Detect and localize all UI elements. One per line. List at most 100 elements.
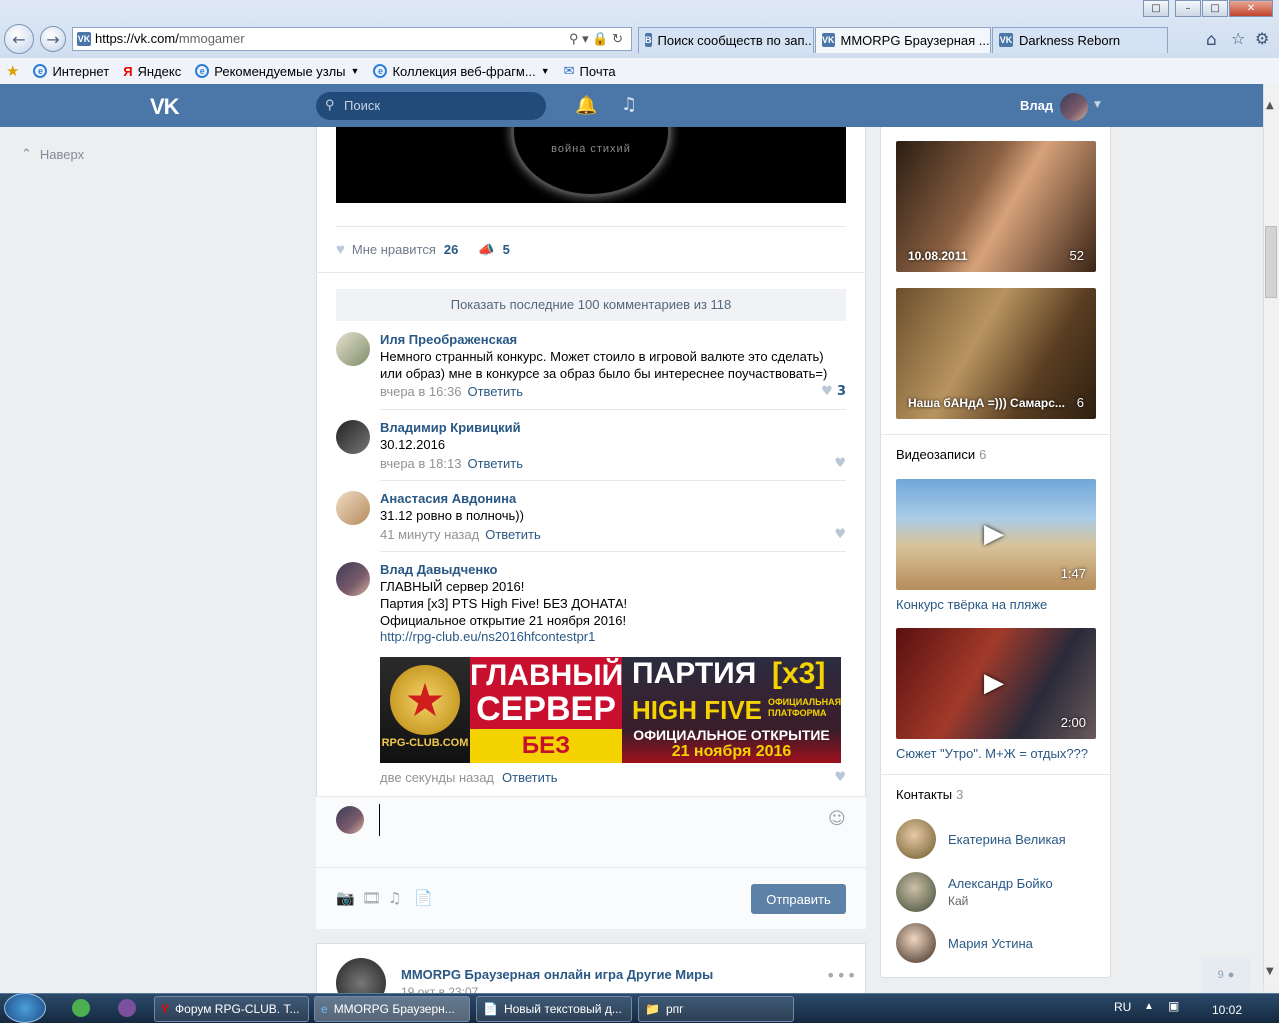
comment-author[interactable]: Владимир Кривицкий [380,420,521,435]
notifications-bell-icon[interactable]: 🔔 [575,95,597,116]
forward-button[interactable]: → [40,26,66,52]
video-title[interactable]: Конкурс твёрка на пляже [896,597,1047,612]
user-name[interactable]: Влад [1020,98,1053,113]
heart-icon[interactable]: ♥ [834,527,846,542]
comment-link[interactable]: http://rpg-club.eu/ns2016hfcontestpr1 [380,629,595,644]
photo-camera-icon[interactable]: 📷 [336,889,355,907]
commenter-avatar[interactable] [336,562,370,596]
clock[interactable]: 10:02 [1212,1003,1242,1017]
video-caption: война стихий [551,143,631,155]
fav-recommended[interactable]: e Рекомендуемые узлы ▼ [195,64,359,79]
taskbar-item[interactable]: e MMORPG Браузерн... [314,996,470,1022]
music-icon[interactable]: ♫ [621,94,637,115]
tab-darkness-reborn[interactable]: VK Darkness Reborn [992,27,1168,53]
language-indicator[interactable]: RU [1114,1000,1131,1014]
commenter-avatar[interactable] [336,420,370,454]
send-button[interactable]: Отправить [751,884,846,914]
divider [880,434,1111,435]
friends-online-button[interactable]: 9 ● [1201,957,1251,993]
photo-album[interactable]: Наша бАНдА =))) Самарс... 6 [896,288,1096,419]
tab-search-communities[interactable]: В Поиск сообществ по зап... [638,27,814,53]
video-film-icon[interactable]: 🎞 [362,889,381,907]
emoji-icon[interactable]: ☺ [828,809,846,829]
taskbar-label: MMORPG Браузерн... [333,1002,455,1016]
post-author[interactable]: MMORPG Браузерная онлайн игра Другие Мир… [401,967,713,982]
tab-label: MMORPG Браузерная ... [840,33,990,48]
scroll-up-arrow-icon[interactable]: ▲ [1266,100,1274,111]
search-lock-refresh-icons[interactable]: ⚲ ▾ 🔒 ↻ [569,31,623,47]
viber-icon[interactable] [118,999,136,1017]
photo-album[interactable]: 10.08.2011 52 [896,141,1096,272]
scroll-down-arrow-icon[interactable]: ▼ [1266,966,1274,977]
address-bar[interactable]: VK https://vk.com/mmogamer ⚲ ▾ 🔒 ↻ [72,27,632,51]
comment-time[interactable]: 41 минуту назад [380,527,479,542]
videos-section-title[interactable]: Видеозаписи 6 [896,447,986,462]
music-note-icon[interactable]: ♫ [388,889,401,907]
vk-favicon-icon: VK [77,32,91,46]
share-megaphone-icon[interactable]: 📣 [478,242,494,258]
heart-icon[interactable]: ♥ [834,770,846,785]
favorites-star-icon[interactable]: ★ [6,62,19,80]
comment-time[interactable]: две секунды назад [380,770,494,785]
comment-input[interactable] [379,804,849,836]
close-window-button[interactable]: ✕ [1229,0,1273,17]
comment-time[interactable]: вчера в 18:13 [380,456,461,471]
comment-text: 30.12.2016 [380,437,446,452]
heart-icon[interactable]: ♥ [336,241,345,258]
comment-author[interactable]: Анастасия Авдонина [380,491,516,506]
user-avatar[interactable] [1060,93,1088,121]
reply-link[interactable]: Ответить [485,527,541,542]
utorrent-icon[interactable] [72,999,90,1017]
contacts-section-title[interactable]: Контакты 3 [896,787,963,802]
fav-webslices[interactable]: e Коллекция веб-фрагм... ▼ [373,64,550,79]
comment-banner-image[interactable]: ★ RPG-CLUB.COM ГЛАВНЫЙ СЕРВЕР БЕЗ ДОНАТА… [380,657,841,763]
home-icon[interactable]: ⌂ [1206,30,1217,50]
comment-author[interactable]: Влад Давыдченко [380,562,497,577]
divider [316,272,866,273]
video-title[interactable]: Сюжет "Утро". М+Ж = отдых??? [896,746,1088,761]
heart-icon[interactable]: ♥ [834,456,846,471]
video-thumbnail[interactable]: ▶ 1:47 [896,479,1096,590]
taskbar-item[interactable]: 📁 рпг [638,996,794,1022]
window-restore-button[interactable]: □ [1143,0,1169,17]
scrollbar-thumb[interactable] [1265,226,1277,298]
settings-gear-icon[interactable]: ⚙ [1255,29,1269,48]
more-dots-icon[interactable]: ••• [826,966,857,985]
page-scrollbar[interactable] [1263,84,1279,991]
comment-like[interactable]: ♥ 3 [821,384,846,399]
fav-internet[interactable]: e Интернет [33,64,109,79]
fav-yandex[interactable]: Я Яндекс [123,64,181,79]
tab-mmorpg[interactable]: VKMMORPG Браузерная ... ✕ [815,27,991,53]
scroll-to-top-link[interactable]: ⌃ Наверх [21,146,84,162]
reply-link[interactable]: Ответить [502,770,558,785]
url-path: mmogamer [178,31,245,46]
like-button[interactable]: Мне нравится [352,242,436,257]
show-more-comments-button[interactable]: Показать последние 100 комментариев из 1… [336,289,846,321]
network-icon[interactable]: ▣ [1168,999,1179,1013]
start-button[interactable] [4,993,46,1023]
contact-item[interactable]: Екатерина Великая [896,819,1096,861]
contact-item[interactable]: Александр Бойко Кай [896,872,1096,914]
comment-time[interactable]: вчера в 16:36 [380,384,461,399]
commenter-avatar[interactable] [336,332,370,366]
document-icon[interactable]: 📄 [414,889,433,907]
taskbar-item[interactable]: 📄 Новый текстовый д... [476,996,632,1022]
taskbar-item[interactable]: Y Форум RPG-CLUB. Т... [154,996,309,1022]
post-video-thumbnail[interactable]: война стихий [336,127,846,203]
fav-mail[interactable]: ✉ Почта [564,63,616,79]
minimize-button[interactable]: – [1175,0,1201,17]
maximize-button[interactable]: □ [1202,0,1228,17]
contact-item[interactable]: Мария Устина [896,923,1096,965]
reply-link[interactable]: Ответить [467,456,523,471]
search-input[interactable]: ⚲ Поиск [316,92,546,120]
favorites-star-icon[interactable]: ☆ [1231,29,1245,48]
comment-author[interactable]: Иля Преображенская [380,332,517,347]
video-thumbnail[interactable]: ▶ 2:00 [896,628,1096,739]
back-button[interactable]: ← [4,24,34,54]
vk-logo-icon[interactable]: VK [150,94,180,120]
post-date[interactable]: 19 окт в 23:07 [401,985,478,993]
reply-link[interactable]: Ответить [467,384,523,399]
tray-expand-icon[interactable]: ▲ [1144,1001,1154,1012]
chevron-down-icon[interactable]: ▼ [1094,100,1101,110]
commenter-avatar[interactable] [336,491,370,525]
